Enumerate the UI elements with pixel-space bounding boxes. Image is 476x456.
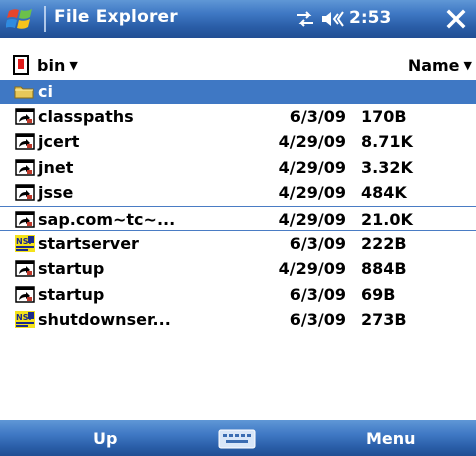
shortcut-icon [15,159,35,176]
file-date: 6/3/09 [289,107,346,126]
file-list: classpaths 6/3/09 170B jcert 4/29/09 8.71K jne… [0,104,476,333]
shortcut-icon [15,210,35,228]
up-softkey[interactable]: Up [93,429,117,448]
folder-name: bin [37,56,66,75]
connectivity-icon[interactable] [294,9,316,29]
file-size: 484K [361,183,407,203]
shortcut-icon [15,285,35,303]
file-row[interactable]: startup 4/29/09 884B [0,256,476,281]
file-row[interactable]: sap.com~tc~... 4/29/09 21.0K [0,205,476,231]
sort-dropdown[interactable]: Name ▼ [408,56,472,75]
file-date: 4/29/09 [278,132,346,152]
toolbar-row: bin ▼ Name ▼ [0,52,476,80]
file-date: 6/3/09 [289,310,346,330]
shortcut-icon [15,260,35,278]
file-row[interactable]: jcert 4/29/09 8.71K [0,129,476,154]
file-size: 3.32K [361,157,413,177]
shortcut-icon [15,133,35,151]
nsis-script-icon: NSI [15,234,35,252]
keyboard-icon[interactable] [218,429,256,449]
file-name: classpaths [38,107,134,126]
file-name: shutdownser... [38,310,171,330]
file-row[interactable]: NSI shutdownser... 6/3/09 273B [0,307,476,332]
file-size: 884B [361,259,407,279]
file-date: 4/29/09 [278,209,346,229]
file-name: startup [38,284,105,304]
nsis-script-icon: NSI [15,311,35,329]
sort-label: Name [407,56,460,75]
close-button[interactable] [436,2,476,36]
file-date: 4/29/09 [278,259,346,279]
clock-time[interactable]: 2:53 [349,8,391,28]
file-size: 21.0K [361,209,413,229]
menu-softkey[interactable]: Menu [366,429,416,448]
file-row[interactable]: jnet 4/29/09 3.32K [0,155,476,180]
file-size: 273B [361,310,407,330]
file-size: 170B [361,107,407,126]
file-name: sap.com~tc~... [38,209,176,229]
file-size: 8.71K [361,132,413,152]
softkey-bar: Up Menu [0,420,476,456]
file-row[interactable]: startup 6/3/09 69B [0,282,476,307]
file-name: startup [38,259,105,279]
file-name: jnet [38,157,74,177]
title-bar: File Explorer 2:53 [0,0,476,38]
file-name: startserver [38,233,139,253]
folder-icon [14,86,34,99]
file-date: 4/29/09 [278,157,346,177]
current-folder-name: ci [38,82,53,101]
current-folder-row[interactable]: ci [0,80,476,104]
chevron-down-icon: ▼ [463,59,472,72]
file-row[interactable]: classpaths 6/3/09 170B [0,104,476,129]
folder-dropdown[interactable]: bin ▼ [37,56,78,75]
volume-icon[interactable] [320,9,346,29]
windows-flag-icon[interactable] [6,5,36,33]
file-name: jcert [38,132,80,152]
file-size: 222B [361,233,407,253]
file-row[interactable]: jsse 4/29/09 484K [0,180,476,205]
app-title: File Explorer [54,7,178,27]
file-name: jsse [38,183,74,203]
shortcut-icon [15,108,35,125]
file-date: 4/29/09 [278,183,346,203]
title-separator [44,6,46,32]
file-row[interactable]: NSI startserver 6/3/09 222B [0,231,476,256]
storage-card-icon[interactable] [13,55,29,75]
chevron-down-icon: ▼ [69,59,78,72]
close-icon [446,9,466,29]
shortcut-icon [15,184,35,201]
file-date: 6/3/09 [289,233,346,253]
file-date: 6/3/09 [289,284,346,304]
file-size: 69B [361,284,396,304]
